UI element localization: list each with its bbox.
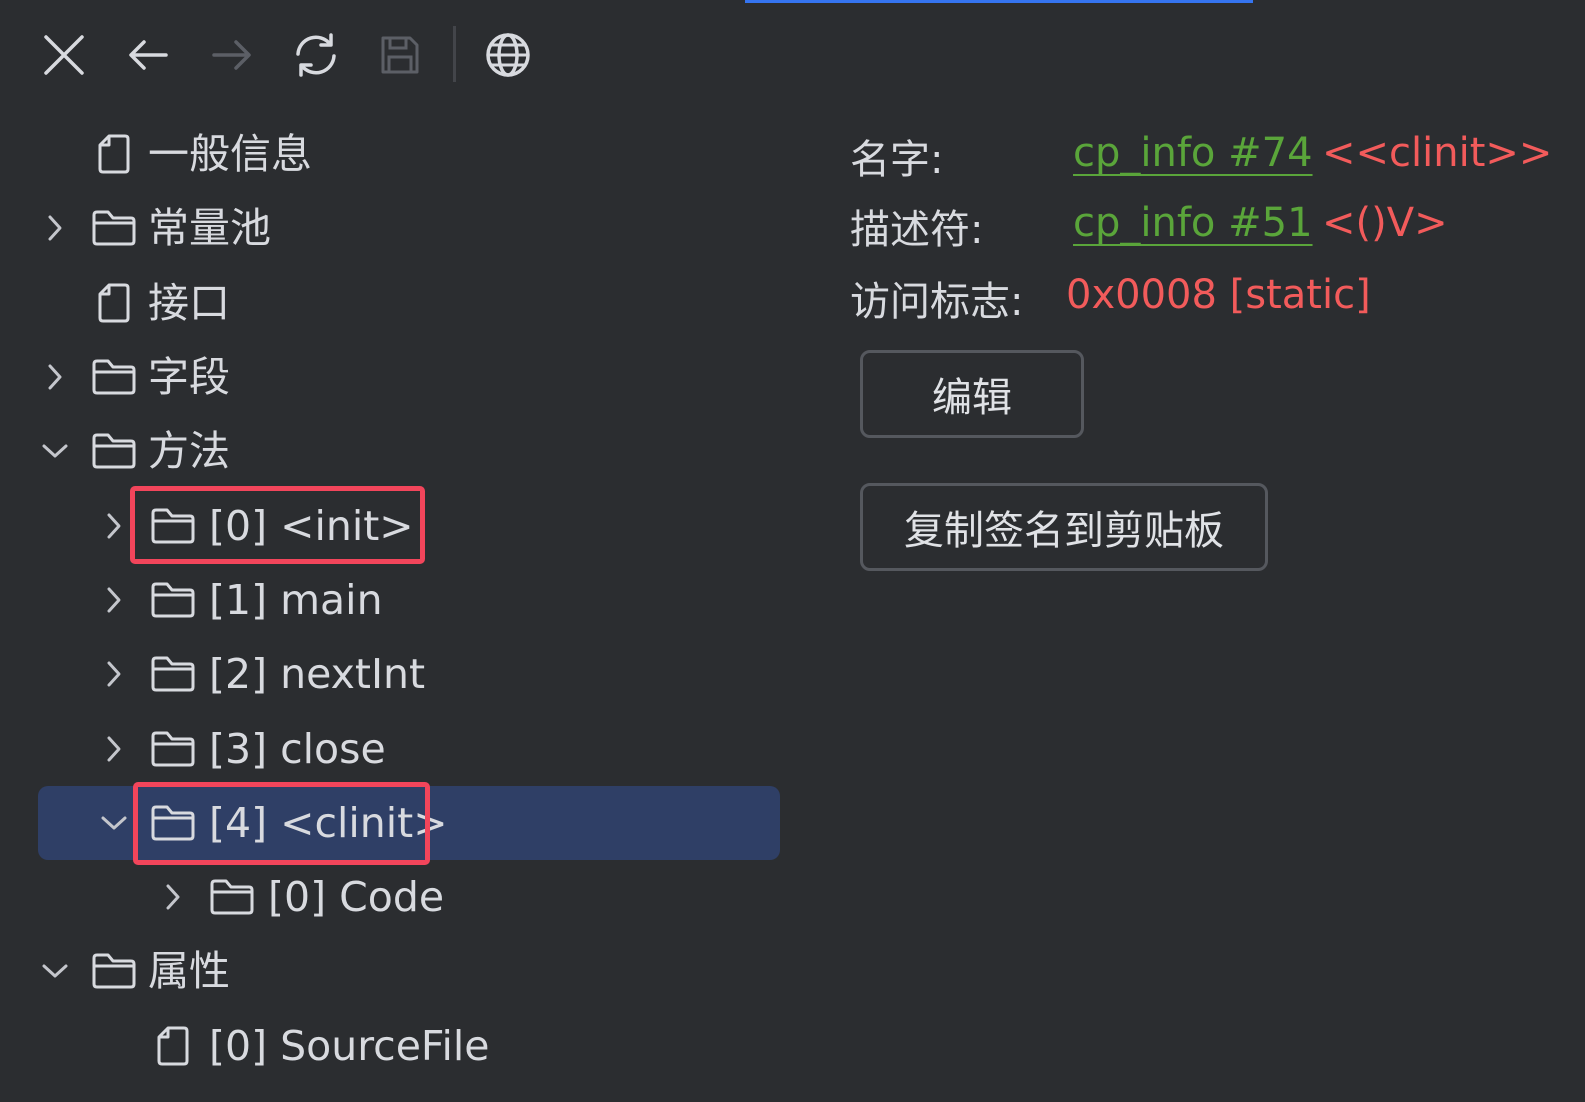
arrow-right-icon bbox=[210, 35, 254, 75]
name-label: 名字: bbox=[850, 137, 944, 183]
tree-item-label: 方法 bbox=[148, 427, 230, 476]
folder-icon bbox=[149, 652, 197, 696]
save-button[interactable] bbox=[370, 30, 430, 80]
refresh-button[interactable] bbox=[286, 30, 346, 80]
edit-button[interactable]: 编辑 bbox=[860, 350, 1084, 438]
chevron-right-icon[interactable] bbox=[99, 511, 129, 541]
tree-item-label: [1] main bbox=[209, 575, 383, 624]
descriptor-constant-link[interactable]: cp_info #51 bbox=[1073, 200, 1313, 246]
descriptor-value: <()V> bbox=[1322, 200, 1448, 246]
tree-item-interfaces[interactable]: 接口 bbox=[0, 266, 790, 340]
highlight-box bbox=[133, 781, 430, 865]
folder-icon bbox=[90, 206, 138, 250]
chevron-right-icon[interactable] bbox=[158, 882, 188, 912]
folder-icon bbox=[149, 727, 197, 771]
file-icon bbox=[90, 281, 138, 325]
tree-item-label: [0] SourceFile bbox=[209, 1021, 490, 1070]
file-icon bbox=[90, 132, 138, 176]
folder-icon bbox=[149, 578, 197, 622]
tree-item-label: 常量池 bbox=[148, 204, 271, 253]
tree-item-label: 接口 bbox=[148, 278, 230, 327]
tree-item-method-main[interactable]: [1] main bbox=[0, 563, 790, 637]
chevron-down-icon[interactable] bbox=[40, 956, 70, 986]
chevron-down-icon[interactable] bbox=[99, 808, 129, 838]
tree-item-label: 字段 bbox=[148, 353, 230, 402]
folder-icon bbox=[90, 429, 138, 473]
tree-item-general-info[interactable]: 一般信息 bbox=[0, 117, 790, 191]
tree-item-attributes[interactable]: 属性 bbox=[0, 934, 790, 1008]
close-icon bbox=[42, 33, 86, 77]
forward-button[interactable] bbox=[202, 30, 262, 80]
class-file-viewer: 一般信息 常量池 接口 字段 方法 [0] <init> [1] main [2… bbox=[0, 0, 1585, 1102]
tree-item-method-nextint[interactable]: [2] nextInt bbox=[0, 637, 790, 711]
name-row: 名字: bbox=[850, 126, 943, 186]
folder-icon bbox=[90, 355, 138, 399]
descriptor-row: 描述符: bbox=[850, 196, 983, 256]
tree-item-fields[interactable]: 字段 bbox=[0, 340, 790, 414]
access-flags-row: 访问标志: bbox=[850, 268, 1023, 328]
chevron-right-icon[interactable] bbox=[99, 734, 129, 764]
close-button[interactable] bbox=[34, 30, 94, 80]
tree-item-code[interactable]: [0] Code bbox=[0, 860, 790, 934]
folder-icon bbox=[208, 875, 256, 919]
chevron-right-icon[interactable] bbox=[40, 213, 70, 243]
access-flags-value: 0x0008 [static] bbox=[1066, 272, 1371, 318]
folder-icon bbox=[90, 949, 138, 993]
copy-signature-button[interactable]: 复制签名到剪贴板 bbox=[860, 483, 1268, 571]
tree-item-methods[interactable]: 方法 bbox=[0, 414, 790, 488]
tree-item-sourcefile[interactable]: [0] SourceFile bbox=[0, 1009, 790, 1083]
refresh-icon bbox=[290, 32, 342, 78]
back-button[interactable] bbox=[118, 30, 178, 80]
tree-item-label: [2] nextInt bbox=[209, 650, 426, 699]
tree-item-method-init[interactable]: [0] <init> bbox=[0, 486, 790, 565]
chevron-down-icon[interactable] bbox=[40, 436, 70, 466]
tree-item-constant-pool[interactable]: 常量池 bbox=[0, 191, 790, 265]
file-icon bbox=[149, 1024, 197, 1068]
chevron-right-icon[interactable] bbox=[99, 585, 129, 615]
web-button[interactable] bbox=[478, 30, 538, 80]
access-flags-label: 访问标志: bbox=[850, 279, 1024, 325]
toolbar-separator bbox=[453, 26, 456, 82]
toolbar bbox=[0, 20, 600, 90]
globe-icon bbox=[485, 32, 531, 78]
tree-item-label: [3] close bbox=[209, 724, 386, 773]
tree-item-label: 一般信息 bbox=[148, 130, 312, 179]
arrow-left-icon bbox=[126, 35, 170, 75]
tree-item-label: 属性 bbox=[148, 947, 230, 996]
class-structure-tree: 一般信息 常量池 接口 字段 方法 [0] <init> [1] main [2… bbox=[0, 117, 790, 1083]
save-icon bbox=[380, 35, 420, 75]
active-tab-indicator bbox=[745, 0, 1253, 3]
tree-item-label: [0] Code bbox=[268, 873, 445, 922]
chevron-right-icon[interactable] bbox=[99, 659, 129, 689]
name-constant-link[interactable]: cp_info #74 bbox=[1073, 130, 1313, 176]
tree-item-method-close[interactable]: [3] close bbox=[0, 711, 790, 785]
highlight-box bbox=[130, 486, 425, 565]
name-value: <<clinit>> bbox=[1322, 130, 1553, 176]
chevron-right-icon[interactable] bbox=[40, 362, 70, 392]
tree-item-method-clinit[interactable]: [4] <clinit> bbox=[0, 781, 790, 865]
descriptor-label: 描述符: bbox=[850, 207, 984, 253]
